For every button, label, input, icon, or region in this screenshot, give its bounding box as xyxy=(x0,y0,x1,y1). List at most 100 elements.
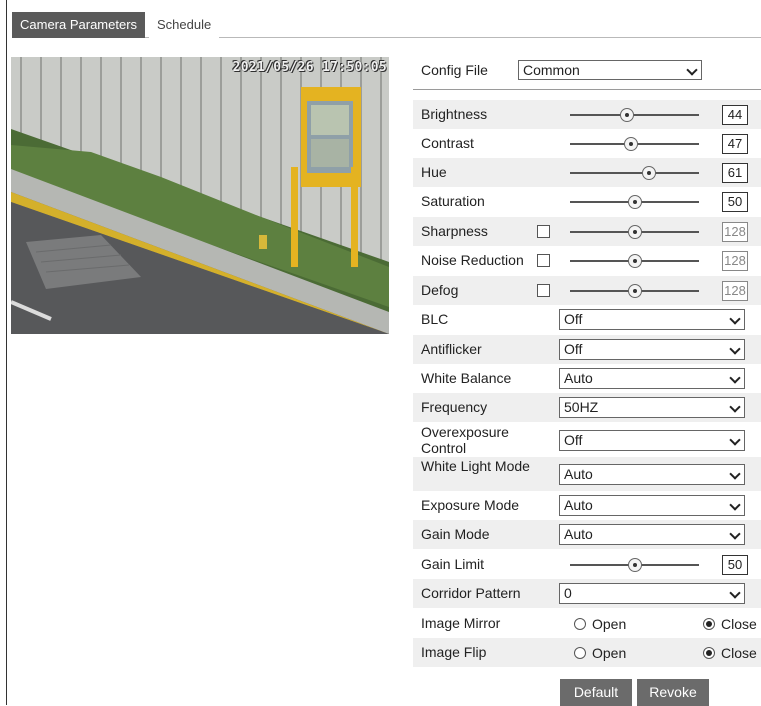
sharpness-value[interactable]: 128 xyxy=(722,222,748,242)
revoke-button[interactable]: Revoke xyxy=(637,679,709,706)
image-flip-label: Image Flip xyxy=(421,644,487,660)
sharpness-checkbox[interactable] xyxy=(537,225,550,238)
config-file-value: Common xyxy=(523,62,580,78)
default-button[interactable]: Default xyxy=(560,679,632,706)
chevron-down-icon xyxy=(729,587,741,599)
saturation-slider[interactable] xyxy=(570,195,699,209)
radio-dot xyxy=(703,647,715,659)
hue-slider[interactable] xyxy=(570,166,699,180)
brightness-label: Brightness xyxy=(421,106,488,122)
gain-mode-label: Gain Mode xyxy=(421,526,490,542)
slider-thumb[interactable] xyxy=(627,254,642,268)
defog-row: Defog 128 xyxy=(413,276,761,305)
image-flip-open-radio[interactable]: Open xyxy=(574,645,626,661)
noise-reduction-value[interactable]: 128 xyxy=(722,251,748,271)
overexposure-select[interactable]: Off xyxy=(559,430,745,451)
slider-thumb[interactable] xyxy=(641,166,656,180)
image-mirror-label: Image Mirror xyxy=(421,615,501,631)
radio-dot xyxy=(574,618,586,630)
radio-dot xyxy=(703,618,715,630)
frequency-label: Frequency xyxy=(421,399,488,415)
gain-mode-select[interactable]: Auto xyxy=(559,524,745,545)
slider-thumb[interactable] xyxy=(627,284,642,298)
defog-value[interactable]: 128 xyxy=(722,281,748,301)
preview-image xyxy=(11,57,389,334)
saturation-row: Saturation 50 xyxy=(413,187,761,216)
antiflicker-select[interactable]: Off xyxy=(559,339,745,360)
divider xyxy=(413,89,761,90)
brightness-value[interactable]: 44 xyxy=(722,105,748,125)
camera-preview: 2021/05/26 17:50:05 xyxy=(11,57,389,334)
brightness-slider[interactable] xyxy=(570,108,699,122)
noise-reduction-checkbox[interactable] xyxy=(537,254,550,267)
white-balance-label: White Balance xyxy=(421,370,512,386)
slider-thumb[interactable] xyxy=(623,137,638,151)
slider-thumb[interactable] xyxy=(619,108,634,122)
frequency-select[interactable]: 50HZ xyxy=(559,397,745,418)
exposure-mode-value: Auto xyxy=(564,497,593,513)
image-flip-row: Image Flip Open Close xyxy=(413,638,761,667)
image-mirror-open-radio[interactable]: Open xyxy=(574,616,626,632)
frequency-row: Frequency 50HZ xyxy=(413,393,761,422)
tab-schedule[interactable]: Schedule xyxy=(149,12,220,38)
hue-label: Hue xyxy=(421,164,447,180)
left-border xyxy=(6,0,7,705)
gain-limit-value[interactable]: 50 xyxy=(722,555,748,575)
tab-camera-parameters[interactable]: Camera Parameters xyxy=(12,12,146,38)
exposure-mode-row: Exposure Mode Auto xyxy=(413,491,761,520)
contrast-slider[interactable] xyxy=(570,137,699,151)
image-flip-close-label: Close xyxy=(721,645,757,661)
corridor-value: 0 xyxy=(564,585,572,601)
hue-row: Hue 61 xyxy=(413,158,761,187)
contrast-value[interactable]: 47 xyxy=(722,134,748,154)
corridor-select[interactable]: 0 xyxy=(559,583,745,604)
brightness-row: Brightness 44 xyxy=(413,100,761,129)
white-balance-select[interactable]: Auto xyxy=(559,368,745,389)
slider-thumb[interactable] xyxy=(627,195,642,209)
tab-bar: Camera Parameters Schedule xyxy=(12,12,761,38)
corridor-label: Corridor Pattern xyxy=(421,585,521,601)
noise-reduction-row: Noise Reduction 128 xyxy=(413,246,761,275)
defog-checkbox[interactable] xyxy=(537,284,550,297)
config-file-select[interactable]: Common xyxy=(518,60,702,80)
white-light-row: White Light Mode Auto xyxy=(413,457,761,491)
chevron-down-icon xyxy=(729,528,741,540)
blc-value: Off xyxy=(564,311,583,327)
defog-slider[interactable] xyxy=(570,284,699,298)
white-balance-value: Auto xyxy=(564,370,593,386)
gain-mode-value: Auto xyxy=(564,526,593,542)
gain-limit-label: Gain Limit xyxy=(421,556,485,572)
image-flip-open-label: Open xyxy=(592,645,627,661)
noise-reduction-slider[interactable] xyxy=(570,254,699,268)
corridor-row: Corridor Pattern 0 xyxy=(413,579,761,608)
image-mirror-close-radio[interactable]: Close xyxy=(703,616,757,632)
sharpness-row: Sharpness 128 xyxy=(413,217,761,246)
image-mirror-row: Image Mirror Open Close xyxy=(413,609,761,638)
antiflicker-row: Antiflicker Off xyxy=(413,335,761,364)
sharpness-slider[interactable] xyxy=(570,225,699,239)
exposure-mode-select[interactable]: Auto xyxy=(559,495,745,516)
slider-thumb[interactable] xyxy=(627,225,642,239)
radio-dot xyxy=(574,647,586,659)
gain-mode-row: Gain Mode Auto xyxy=(413,520,761,549)
image-mirror-open-label: Open xyxy=(592,616,627,632)
white-light-select[interactable]: Auto xyxy=(559,464,745,485)
blc-select[interactable]: Off xyxy=(559,309,745,330)
blc-row: BLC Off xyxy=(413,305,761,334)
exposure-mode-label: Exposure Mode xyxy=(421,497,520,513)
chevron-down-icon xyxy=(729,499,741,511)
contrast-label: Contrast xyxy=(421,135,474,151)
chevron-down-icon xyxy=(686,64,698,76)
chevron-down-icon xyxy=(729,313,741,325)
antiflicker-value: Off xyxy=(564,341,583,357)
chevron-down-icon xyxy=(729,468,741,480)
image-mirror-close-label: Close xyxy=(721,616,757,632)
image-flip-close-radio[interactable]: Close xyxy=(703,645,757,661)
overexposure-row: Overexposure Control Off xyxy=(413,423,761,457)
overexposure-label: Overexposure Control xyxy=(421,424,509,456)
hue-value[interactable]: 61 xyxy=(722,163,748,183)
slider-thumb[interactable] xyxy=(627,558,642,572)
saturation-label: Saturation xyxy=(421,193,485,209)
saturation-value[interactable]: 50 xyxy=(722,192,748,212)
gain-limit-slider[interactable] xyxy=(570,558,699,572)
